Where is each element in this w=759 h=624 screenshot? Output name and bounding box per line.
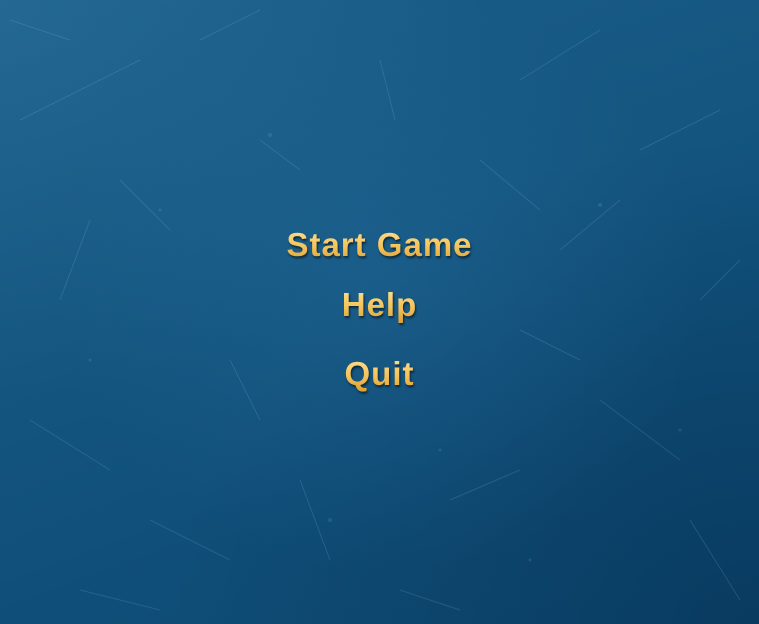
start-game-button[interactable]: Start Game <box>0 225 759 265</box>
main-menu: Start Game Help Quit <box>0 0 759 624</box>
main-menu-screen: Start Game Help Quit <box>0 0 759 624</box>
help-button[interactable]: Help <box>0 285 759 325</box>
quit-button[interactable]: Quit <box>0 354 759 394</box>
